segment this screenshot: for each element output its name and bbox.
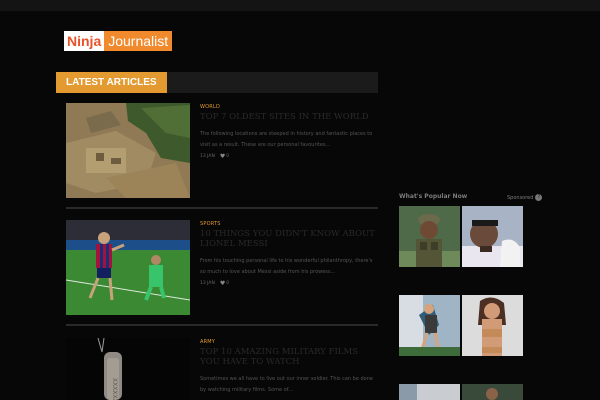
article-excerpt: Sometimes we all have to live out our in… <box>200 376 373 393</box>
article-date: 13 JAN <box>200 154 215 159</box>
article-excerpt: The following locations are steeped in h… <box>200 131 373 148</box>
article-category[interactable]: ARMY <box>200 339 215 345</box>
popular-thumbnail[interactable] <box>399 295 460 356</box>
sponsored-text: Sponsored <box>507 194 534 201</box>
heart-icon: ♥ <box>219 153 226 160</box>
article-title[interactable]: TOP 7 OLDEST SITES IN THE WORLD <box>200 112 376 122</box>
like-count[interactable]: ♥ 0 <box>220 153 229 160</box>
article-date: 13 JAN <box>200 281 215 286</box>
popular-thumbnail[interactable] <box>462 295 523 356</box>
like-count-value: 0 <box>226 281 230 286</box>
sponsored-label[interactable]: Sponsored ? <box>507 194 543 201</box>
svg-text:XXXXXX: XXXXXX <box>111 378 118 400</box>
section-title: LATEST ARTICLES <box>56 72 167 93</box>
popular-thumbnail[interactable] <box>399 384 460 400</box>
article-thumbnail[interactable] <box>66 103 190 198</box>
article-meta: 13 JAN ♥ 0 <box>200 280 229 287</box>
article-thumbnail[interactable]: XXXXXX <box>66 338 190 400</box>
popular-thumbnail[interactable] <box>462 384 523 400</box>
article-title[interactable]: 10 THINGS YOU DIDN'T KNOW ABOUT LIONEL M… <box>200 229 376 249</box>
popular-thumbnail[interactable] <box>462 206 523 267</box>
popular-heading: What's Popular Now <box>399 193 468 200</box>
like-count[interactable]: ♥ 0 <box>220 280 229 287</box>
top-bar <box>0 0 600 11</box>
article-card: XXXXXX ARMY TOP 10 AMAZING MILITARY FILM… <box>66 338 378 400</box>
article-card: SPORTS 10 THINGS YOU DIDN'T KNOW ABOUT L… <box>66 220 378 315</box>
article-card: WORLD TOP 7 OLDEST SITES IN THE WORLD Th… <box>66 103 378 198</box>
article-divider <box>66 324 378 326</box>
question-circle-icon[interactable]: ? <box>535 194 543 201</box>
article-category[interactable]: WORLD <box>200 104 220 110</box>
logo-ninja-text: Ninja <box>64 31 105 51</box>
article-divider <box>66 207 378 209</box>
article-thumbnail[interactable] <box>66 220 190 315</box>
article-meta: 13 JAN ♥ 0 <box>200 153 229 160</box>
latest-articles-bar: LATEST ARTICLES <box>56 72 378 93</box>
logo-journalist-text: Journalist <box>104 31 173 51</box>
like-count-value: 0 <box>226 154 230 159</box>
heart-icon: ♥ <box>219 280 226 287</box>
article-title[interactable]: TOP 10 AMAZING MILITARY FILMS YOU HAVE T… <box>200 347 376 367</box>
article-excerpt: From his touching personal life to his w… <box>200 258 373 275</box>
article-category[interactable]: SPORTS <box>200 221 221 227</box>
popular-thumbnail[interactable] <box>399 206 460 267</box>
site-logo[interactable]: Ninja Journalist <box>64 31 173 51</box>
